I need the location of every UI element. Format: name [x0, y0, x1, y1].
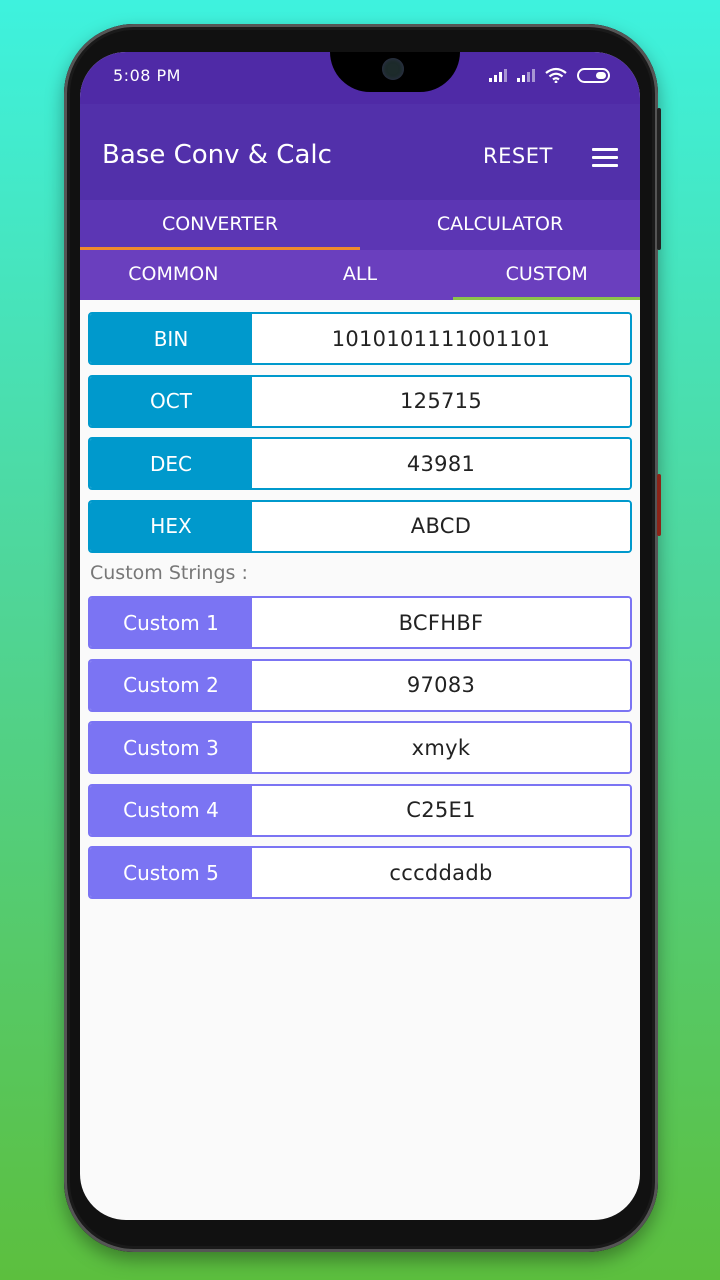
custom-row-5: Custom 5 [88, 846, 632, 899]
custom-row-3: Custom 3 [88, 721, 632, 774]
oct-input[interactable] [252, 376, 630, 426]
custom-1-input[interactable] [252, 598, 630, 647]
base-label: BIN [90, 314, 252, 363]
tab-custom[interactable]: CUSTOM [453, 250, 640, 300]
base-row-bin: BIN [88, 312, 632, 365]
wifi-icon [545, 67, 567, 83]
signal-icon [489, 68, 507, 82]
sub-tabs: COMMON ALL CUSTOM [80, 250, 640, 300]
tab-calculator[interactable]: CALCULATOR [360, 200, 640, 250]
custom-row-4: Custom 4 [88, 783, 632, 837]
hamburger-menu-icon[interactable] [592, 148, 618, 168]
tab-converter[interactable]: CONVERTER [80, 200, 360, 250]
base-row-oct: OCT [88, 374, 632, 428]
notch [330, 52, 460, 92]
custom-5-input[interactable] [252, 848, 630, 897]
tab-all[interactable]: ALL [267, 250, 454, 300]
app-bar: Base Conv & Calc RESET [80, 104, 640, 200]
phone-frame: 5:08 PM Base Conv & Calc RESET CONVERTER… [64, 24, 661, 1252]
base-label: DEC [90, 439, 252, 488]
custom-label: Custom 1 [90, 598, 252, 647]
reset-button[interactable]: RESET [483, 144, 553, 168]
signal-icon [517, 68, 535, 82]
camera-icon [382, 58, 404, 80]
battery-icon [577, 67, 610, 83]
custom-strings-heading: Custom Strings : [90, 562, 248, 584]
app-title: Base Conv & Calc [102, 140, 332, 170]
converter-content: BIN OCT DEC HEX Custom Strings : Custom … [80, 300, 640, 899]
volume-button [657, 108, 661, 250]
status-time: 5:08 PM [113, 66, 181, 85]
custom-row-1: Custom 1 [88, 596, 632, 649]
custom-4-input[interactable] [252, 785, 630, 835]
base-label: HEX [90, 501, 252, 551]
base-row-dec: DEC [88, 437, 632, 490]
power-button [657, 474, 661, 536]
custom-label: Custom 5 [90, 848, 252, 897]
custom-label: Custom 4 [90, 785, 252, 835]
custom-2-input[interactable] [252, 660, 630, 710]
custom-label: Custom 3 [90, 723, 252, 772]
custom-3-input[interactable] [252, 723, 630, 772]
base-row-hex: HEX [88, 499, 632, 553]
custom-row-2: Custom 2 [88, 658, 632, 712]
bin-input[interactable] [252, 314, 630, 363]
screen: 5:08 PM Base Conv & Calc RESET CONVERTER… [80, 52, 640, 1220]
hex-input[interactable] [252, 501, 630, 551]
main-tabs: CONVERTER CALCULATOR [80, 200, 640, 250]
tab-common[interactable]: COMMON [80, 250, 267, 300]
custom-label: Custom 2 [90, 660, 252, 710]
base-label: OCT [90, 376, 252, 426]
dec-input[interactable] [252, 439, 630, 488]
